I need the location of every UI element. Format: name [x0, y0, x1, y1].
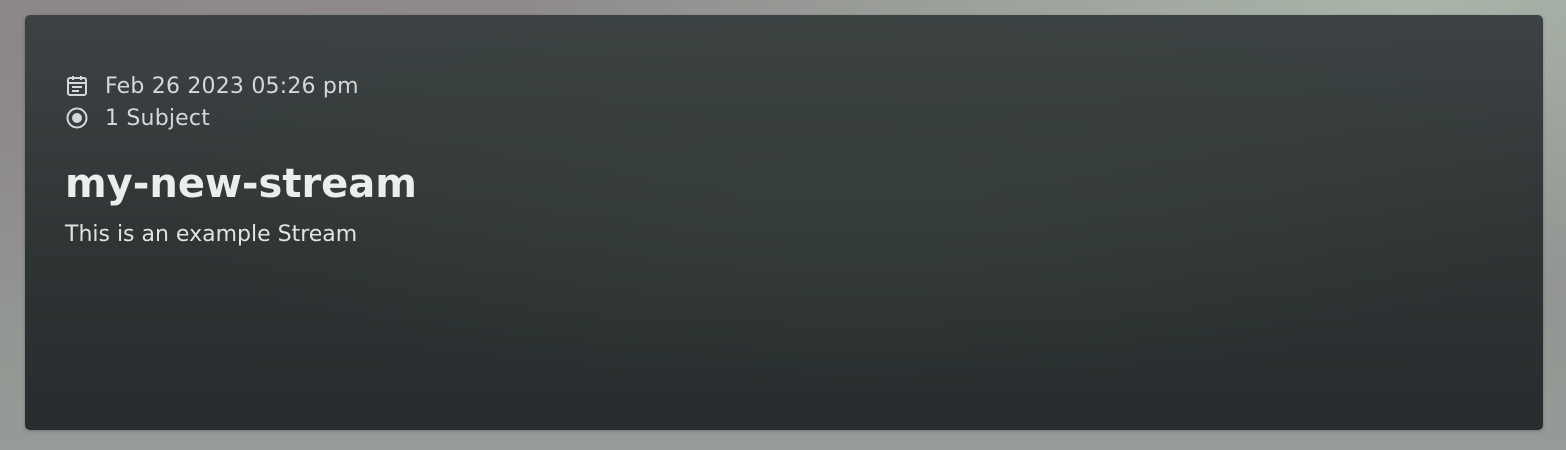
date-text: Feb 26 2023 05:26 pm [105, 73, 359, 99]
stream-description: This is an example Stream [65, 222, 358, 247]
stream-card[interactable]: Feb 26 2023 05:26 pm 1 Subject my-new-st… [25, 15, 1543, 430]
date-row: Feb 26 2023 05:26 pm [65, 70, 1503, 102]
radio-target-icon [65, 106, 89, 130]
subjects-count: 1 Subject [105, 105, 211, 131]
calendar-icon [65, 74, 89, 98]
subjects-row: 1 Subject [65, 102, 1503, 134]
stream-title[interactable]: my-new-stream [65, 160, 1503, 208]
